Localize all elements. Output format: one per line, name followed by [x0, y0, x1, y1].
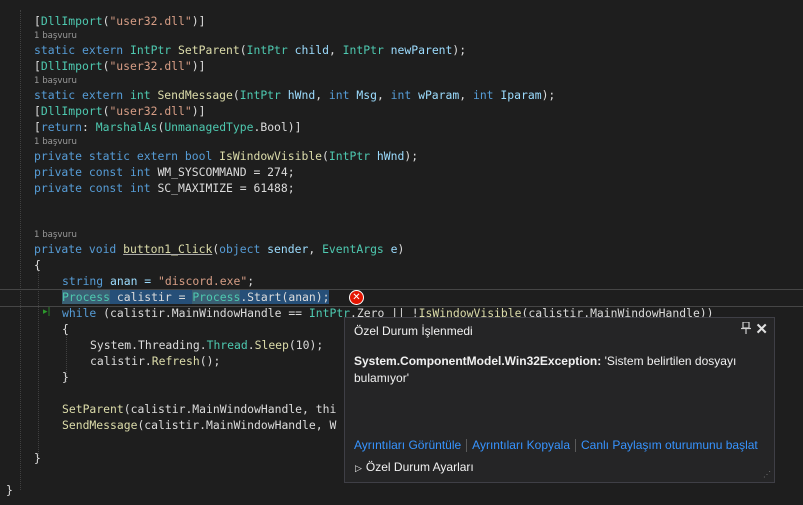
code-line[interactable]: {	[62, 321, 69, 337]
code-line[interactable]: static extern IntPtr SetParent(IntPtr ch…	[34, 42, 466, 58]
code-line[interactable]: }	[62, 369, 69, 385]
code-editor[interactable]: [DllImport("user32.dll")] 1 başvuru stat…	[0, 0, 803, 505]
exception-settings-toggle[interactable]: ▷ Özel Durum Ayarları	[355, 460, 474, 474]
link-divider	[466, 439, 468, 453]
expand-triangle-icon: ▷	[355, 463, 362, 473]
copy-details-link[interactable]: Ayrıntıları Kopyala	[472, 438, 570, 452]
code-line[interactable]: }	[34, 450, 41, 466]
code-line[interactable]: calistir.Refresh();	[90, 353, 220, 369]
popup-title: Özel Durum İşlenmedi	[354, 324, 473, 338]
code-line[interactable]: }	[6, 482, 13, 498]
close-icon[interactable]: ✕	[755, 320, 768, 338]
exception-message: System.ComponentModel.Win32Exception: 'S…	[354, 353, 754, 387]
view-details-link[interactable]: Ayrıntıları Görüntüle	[354, 438, 461, 452]
link-divider	[575, 439, 576, 453]
pin-icon[interactable]	[741, 321, 751, 337]
code-line[interactable]: [DllImport("user32.dll")]	[34, 13, 205, 29]
exception-type: System.ComponentModel.Win32Exception:	[354, 354, 602, 368]
popup-links: Ayrıntıları Görüntüle Ayrıntıları Kopyala…	[354, 438, 758, 453]
code-line[interactable]: [DllImport("user32.dll")]	[34, 103, 205, 119]
code-line[interactable]: private void button1_Click(object sender…	[34, 241, 404, 257]
reference-count[interactable]: 1 başvuru	[34, 229, 77, 241]
code-line[interactable]: [return: MarshalAs(UnmanagedType.Bool)]	[34, 119, 302, 135]
code-line[interactable]: string anan = "discord.exe";	[62, 273, 254, 289]
code-line[interactable]: private const int WM_SYSCOMMAND = 274;	[34, 164, 295, 180]
code-line[interactable]: SendMessage(calistir.MainWindowHandle, W	[62, 417, 336, 433]
reference-count[interactable]: 1 başvuru	[34, 30, 77, 42]
code-line[interactable]: static extern int SendMessage(IntPtr hWn…	[34, 87, 555, 103]
reference-count[interactable]: 1 başvuru	[34, 75, 77, 87]
code-line[interactable]: System.Threading.Thread.Sleep(10);	[90, 337, 323, 353]
start-live-share-link[interactable]: Canlı Paylaşım oturumunu başlat	[581, 438, 758, 452]
code-line-error[interactable]: Process calistir = Process.Start(anan);	[62, 289, 330, 305]
pin-icon-svg	[741, 321, 751, 334]
code-line[interactable]: private static extern bool IsWindowVisib…	[34, 148, 418, 164]
code-line[interactable]: private const int SC_MAXIMIZE = 61488;	[34, 180, 295, 196]
error-icon[interactable]: ✕	[349, 290, 364, 305]
resize-grip-icon[interactable]: ⋰	[763, 471, 771, 479]
exception-settings-label: Özel Durum Ayarları	[365, 460, 474, 474]
code-line[interactable]: {	[34, 257, 41, 273]
code-line[interactable]: [DllImport("user32.dll")]	[34, 58, 205, 74]
run-to-click-icon[interactable]: ▸|	[43, 307, 51, 319]
reference-count[interactable]: 1 başvuru	[34, 136, 77, 148]
indent-guide	[20, 10, 21, 490]
exception-helper-popup: Özel Durum İşlenmedi ✕ System.ComponentM…	[344, 317, 775, 483]
code-line[interactable]: SetParent(calistir.MainWindowHandle, thi	[62, 401, 336, 417]
